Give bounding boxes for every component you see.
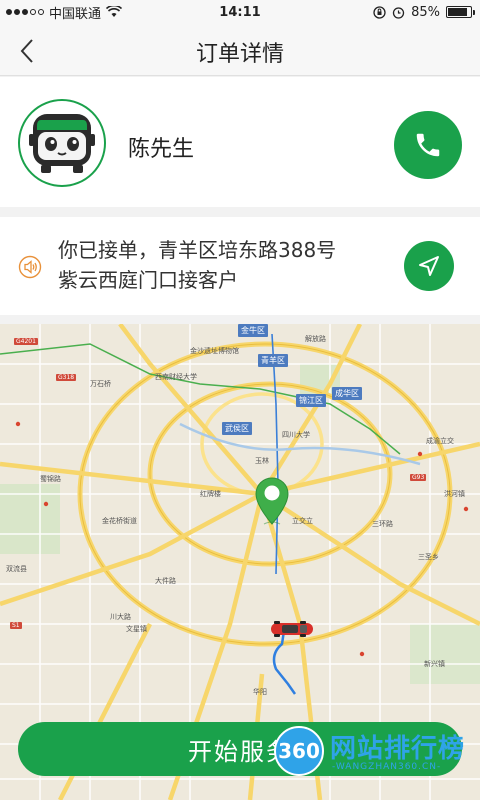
navigation-arrow-icon [419,256,439,276]
road-badge: G4201 [14,338,38,345]
signal-icon [6,9,44,15]
carrier-name: 中国联通 [49,6,102,22]
district-badge: 成华区 [332,387,362,400]
chevron-left-icon [20,39,33,63]
district-badge: 武侯区 [222,422,252,435]
map-label: 金沙遗址博物馆 [190,347,239,355]
battery-percent: 85% [411,4,440,20]
driver-name: 陈先生 [128,137,195,162]
speaker-icon [18,255,42,279]
district-badge: 金牛区 [238,324,268,337]
map-label: 成渝立交 [426,437,454,445]
map-label: 双流县 [6,565,27,573]
map-label: 蜀锦路 [40,475,61,483]
map-label: 洪河镇 [444,490,465,498]
notice-line-2: 紫云西庭门口接客户 [58,268,238,292]
watermark-logo: 360 网站排行榜 -WANGZHAN360.CN- [274,726,480,792]
nav-bar: 订单详情 [0,24,480,76]
map-label: 文星镇 [126,625,147,633]
status-right: 85% [373,4,475,20]
status-bar: 中国联通 14:11 85% [0,0,480,24]
notice-text: 你已接单，青羊区培东路388号 紫云西庭门口接客户 [58,235,358,295]
wifi-icon [106,6,123,17]
watermark-badge: 360 [274,726,324,776]
back-button[interactable] [12,36,42,66]
map-label: 华阳 [253,688,267,696]
map-label: 川大路 [110,613,131,621]
map-label: 三圣乡 [418,553,439,561]
map-label: 玉林 [255,457,269,465]
battery-icon [446,6,475,18]
district-badge: 青羊区 [258,354,288,367]
map-label: 西南财经大学 [155,373,197,381]
watermark-title: 网站排行榜 [330,734,466,764]
driver-card: 陈先生 [0,77,480,207]
status-left: 中国联通 [6,3,123,22]
map-label: 大件路 [155,577,176,585]
rotation-lock-icon [373,5,386,19]
map-label: 万石桥 [90,380,111,388]
bus-face-icon [29,114,95,173]
road-badge: G318 [56,374,77,381]
phone-icon [416,133,440,157]
navigate-button[interactable] [404,241,454,291]
district-badge: 锦江区 [296,394,326,407]
alarm-icon [392,6,405,19]
map-label: 解放路 [305,335,326,343]
watermark-subtitle: -WANGZHAN360.CN- [332,762,442,772]
page-title: 订单详情 [195,42,284,67]
notice-card: 你已接单，青羊区培东路388号 紫云西庭门口接客户 [0,217,480,315]
avatar [18,99,106,187]
map-label: 金花桥街道 [102,517,137,525]
location-pin-icon [255,477,289,525]
call-button[interactable] [394,111,462,179]
road-badge: G93 [410,474,427,481]
map-label: 红牌楼 [200,490,221,498]
map-label: 四川大学 [282,431,310,439]
map-label: 新兴镇 [424,660,445,668]
map-label: 立交立 [292,517,313,525]
map-label: 三环路 [372,520,393,528]
notice-line-1: 你已接单，青羊区培东路388号 [58,238,337,262]
road-badge: S1 [10,622,22,629]
red-car-icon [271,621,313,637]
